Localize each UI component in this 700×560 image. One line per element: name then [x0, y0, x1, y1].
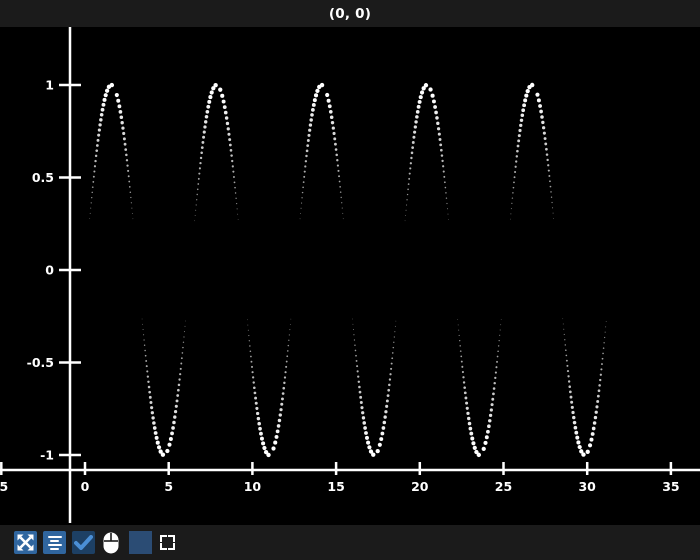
move-arrows-icon [17, 534, 34, 551]
svg-text:0: 0 [81, 479, 90, 494]
align-button[interactable] [43, 531, 66, 554]
plot-area[interactable]: -5 0 5 10 15 20 25 30 35 1 0.5 0 -0.5 -1 [0, 27, 700, 525]
svg-text:10: 10 [244, 479, 262, 494]
bottom-toolbar [0, 525, 700, 560]
svg-text:25: 25 [495, 479, 512, 494]
plot-app-window: (0, 0) -5 0 5 10 15 20 25 30 35 1 0.5 0 -0.5 -1 [0, 0, 700, 560]
plot-canvas[interactable]: -5 0 5 10 15 20 25 30 35 1 0.5 0 -0.5 -1 [0, 27, 700, 525]
pan-button[interactable] [14, 531, 37, 554]
svg-text:5: 5 [164, 479, 173, 494]
svg-text:-5: -5 [0, 479, 8, 494]
align-center-icon [48, 536, 62, 550]
checkbox-button[interactable] [72, 531, 95, 554]
plot-title: (0, 0) [0, 0, 700, 27]
svg-text:0.5: 0.5 [32, 170, 54, 185]
svg-text:35: 35 [662, 479, 679, 494]
mouse-icon [101, 531, 121, 555]
svg-text:15: 15 [327, 479, 344, 494]
svg-text:30: 30 [578, 479, 596, 494]
checkmark-icon [74, 535, 93, 550]
color-swatch[interactable] [129, 531, 152, 554]
svg-text:1: 1 [45, 78, 54, 93]
svg-text:-1: -1 [40, 448, 54, 463]
svg-text:-0.5: -0.5 [27, 355, 54, 370]
fullscreen-icon[interactable] [160, 535, 175, 550]
svg-text:0: 0 [45, 263, 54, 278]
svg-text:20: 20 [411, 479, 429, 494]
